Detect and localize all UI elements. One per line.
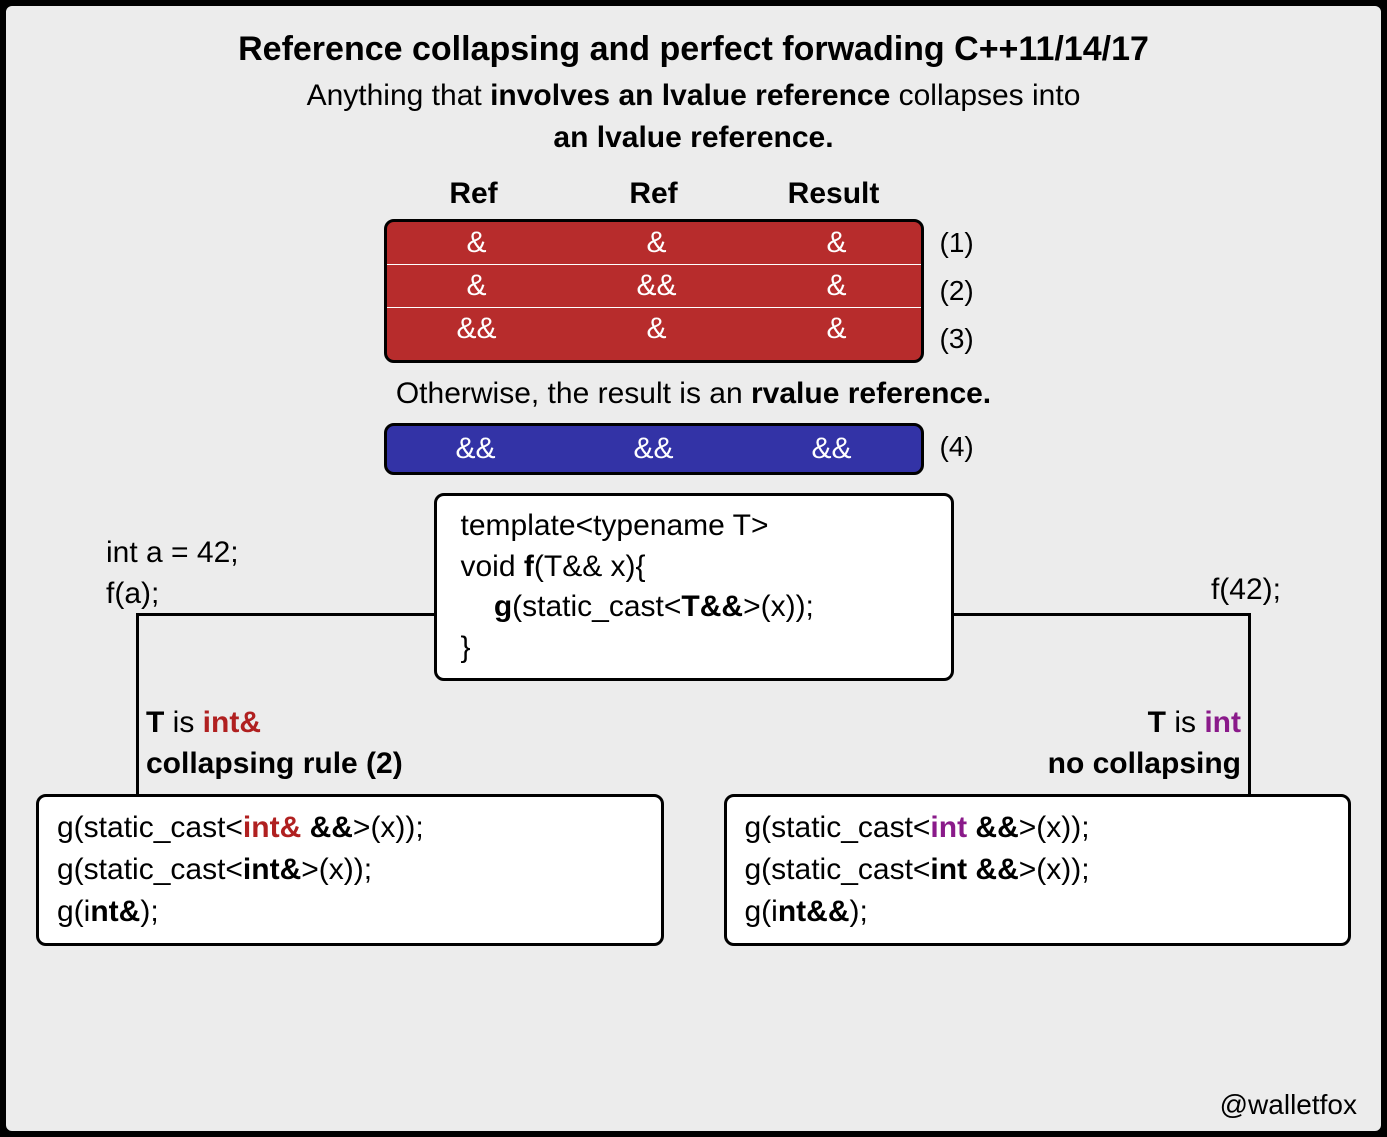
credit: @walletfox bbox=[1220, 1089, 1357, 1121]
cell: && bbox=[743, 432, 921, 466]
diagram-frame: Reference collapsing and perfect forwadi… bbox=[0, 0, 1387, 1137]
header-result: Result bbox=[744, 173, 924, 219]
lvalue-rules-box: & & & & && & && & & bbox=[384, 219, 924, 363]
cell: & bbox=[387, 226, 567, 260]
code-line: } bbox=[461, 628, 927, 669]
result-left-box: g(static_cast<int& &&>(x)); g(static_cas… bbox=[36, 794, 664, 946]
row-number: (3) bbox=[924, 315, 1004, 363]
cell: & bbox=[567, 226, 747, 260]
template-code-box: template<typename T> void f(T&& x){ g(st… bbox=[434, 493, 954, 681]
cell: & bbox=[567, 312, 747, 346]
cell: && bbox=[565, 432, 743, 466]
branch-right-label: T is int no collapsing bbox=[1048, 703, 1241, 784]
right-call-code: f(42); bbox=[1211, 573, 1281, 607]
code-line: g(static_cast<int &&>(x)); bbox=[745, 807, 1331, 849]
code-line: g(int&); bbox=[57, 891, 643, 933]
code-line: template<typename T> bbox=[461, 506, 927, 547]
subtitle-pre: Anything that bbox=[307, 79, 490, 112]
cell: && bbox=[387, 432, 565, 466]
cell: & bbox=[747, 226, 927, 260]
row-numbers: (1) (2) (3) bbox=[924, 219, 1004, 363]
table-row: & && & bbox=[387, 264, 921, 307]
code-line: g(static_cast<int &&>(x)); bbox=[745, 849, 1331, 891]
code-root: int a = 42; f(a); f(42); template<typena… bbox=[36, 493, 1351, 693]
cell: && bbox=[567, 269, 747, 303]
header-ref1: Ref bbox=[384, 173, 564, 219]
cell: & bbox=[747, 312, 927, 346]
collapse-table: Ref Ref Result & & & & && & && & & bbox=[384, 173, 1004, 363]
otherwise-pre: Otherwise, the result is an bbox=[396, 377, 751, 410]
subtitle: Anything that involves an lvalue referen… bbox=[36, 75, 1351, 159]
cell: && bbox=[387, 312, 567, 346]
cell: & bbox=[747, 269, 927, 303]
page-title: Reference collapsing and perfect forwadi… bbox=[36, 30, 1351, 69]
otherwise-text: Otherwise, the result is an rvalue refer… bbox=[36, 377, 1351, 411]
otherwise-bold: rvalue reference. bbox=[751, 377, 991, 410]
code-line: int a = 42; bbox=[106, 533, 239, 574]
subtitle-bold1: involves an lvalue reference bbox=[490, 79, 890, 112]
code-line: g(static_cast<int& &&>(x)); bbox=[57, 807, 643, 849]
table-row: & & & bbox=[387, 222, 921, 264]
code-line: g(int&&); bbox=[745, 891, 1331, 933]
code-line: g(static_cast<int&>(x)); bbox=[57, 849, 643, 891]
cell: & bbox=[387, 269, 567, 303]
row-number: (2) bbox=[924, 267, 1004, 315]
code-line: void f(T&& x){ bbox=[461, 547, 927, 588]
branch-left-label: T is int& collapsing rule (2) bbox=[146, 703, 403, 784]
code-line: f(a); bbox=[106, 574, 239, 615]
code-line: g(static_cast<T&&>(x)); bbox=[461, 587, 927, 628]
rvalue-rule-box: && && && bbox=[384, 423, 924, 475]
row-number: (1) bbox=[924, 219, 1004, 267]
subtitle-bold2: an lvalue reference. bbox=[553, 121, 833, 154]
subtitle-mid: collapses into bbox=[890, 79, 1080, 112]
table-row: && & & bbox=[387, 307, 921, 350]
left-call-code: int a = 42; f(a); bbox=[106, 533, 239, 614]
row-number: (4) bbox=[924, 423, 1004, 471]
header-ref2: Ref bbox=[564, 173, 744, 219]
result-right-box: g(static_cast<int &&>(x)); g(static_cast… bbox=[724, 794, 1352, 946]
